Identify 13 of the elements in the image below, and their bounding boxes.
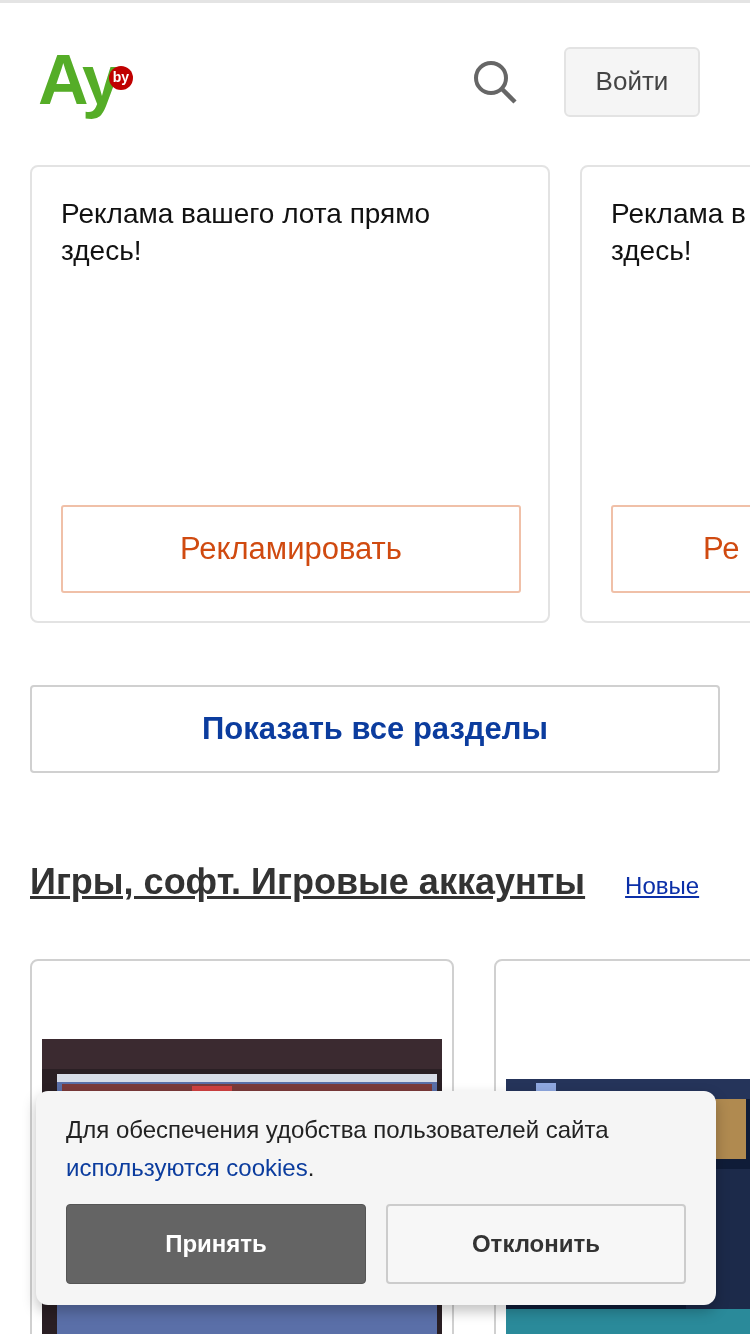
cookie-notice: Для обеспечения удобства пользователей сайта используются cookies. bbox=[66, 1115, 610, 1183]
ad-text: Реклама вашего лота прямо здесь! bbox=[61, 197, 432, 268]
advertise-button[interactable]: Рекламировать bbox=[61, 505, 521, 593]
ad-text: Реклама в здесь! bbox=[611, 197, 747, 268]
advertise-button[interactable]: Ре bbox=[611, 505, 750, 593]
cookies-link[interactable]: используются cookies bbox=[66, 1154, 308, 1181]
new-link[interactable]: Новые bbox=[625, 872, 700, 900]
search-icon[interactable] bbox=[472, 58, 518, 105]
section-title[interactable]: Игры, софт. Игровые аккаунты bbox=[30, 861, 586, 903]
show-all-button[interactable]: Показать все разделы bbox=[30, 685, 720, 773]
decline-button[interactable]: Отклонить bbox=[386, 1204, 686, 1284]
accept-button[interactable]: Принять bbox=[66, 1204, 366, 1284]
login-button[interactable]: Войти bbox=[564, 46, 700, 117]
